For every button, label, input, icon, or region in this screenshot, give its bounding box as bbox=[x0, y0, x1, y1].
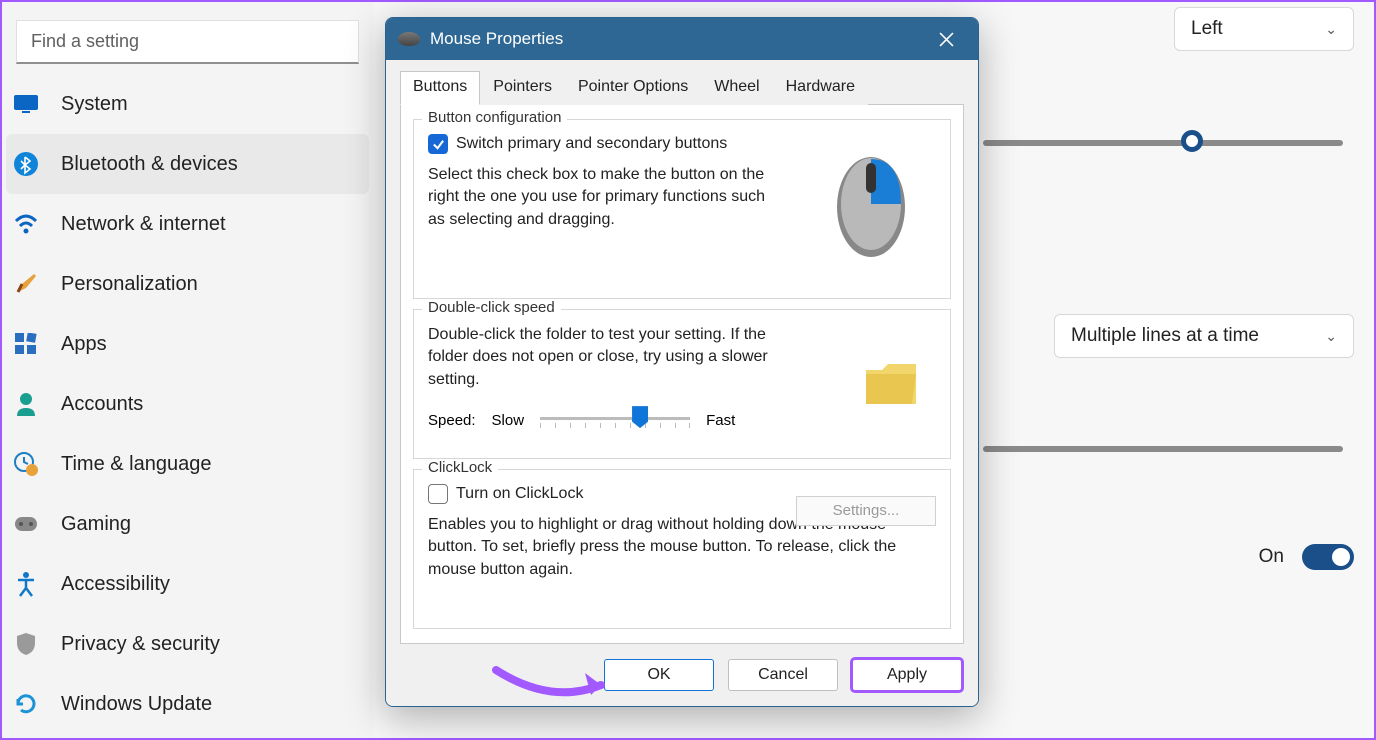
group-title: Button configuration bbox=[422, 109, 567, 126]
sidebar-item-personalization[interactable]: Personalization bbox=[2, 254, 373, 314]
settings-sidebar: Find a setting System Bluetooth & device… bbox=[2, 2, 373, 738]
bluetooth-icon bbox=[13, 151, 39, 177]
mouse-properties-dialog: Mouse Properties Buttons Pointers Pointe… bbox=[385, 17, 979, 707]
toggle-switch[interactable] bbox=[1302, 544, 1354, 570]
sidebar-item-label: Network & internet bbox=[61, 213, 226, 236]
nav-list: System Bluetooth & devices Network & int… bbox=[2, 74, 373, 734]
tab-pointers[interactable]: Pointers bbox=[480, 71, 565, 105]
close-button[interactable] bbox=[926, 19, 966, 59]
apply-button[interactable]: Apply bbox=[852, 659, 962, 691]
sidebar-item-accounts[interactable]: Accounts bbox=[2, 374, 373, 434]
group-title: Double-click speed bbox=[422, 299, 561, 316]
tab-pointer-options[interactable]: Pointer Options bbox=[565, 71, 701, 105]
primary-button-dropdown[interactable]: Left ⌄ bbox=[1174, 7, 1354, 51]
slow-label: Slow bbox=[492, 412, 525, 429]
checkbox-label: Switch primary and secondary buttons bbox=[456, 135, 727, 153]
tab-hardware[interactable]: Hardware bbox=[773, 71, 868, 105]
sidebar-item-apps[interactable]: Apps bbox=[2, 314, 373, 374]
sidebar-item-label: Accounts bbox=[61, 393, 143, 416]
dialog-titlebar[interactable]: Mouse Properties bbox=[386, 18, 978, 60]
checkbox-checked-icon bbox=[428, 134, 448, 154]
chevron-down-icon: ⌄ bbox=[1325, 328, 1337, 345]
clicklock-group: ClickLock Turn on ClickLock Settings... … bbox=[413, 469, 951, 629]
search-input[interactable]: Find a setting bbox=[16, 20, 359, 64]
cancel-button[interactable]: Cancel bbox=[728, 659, 838, 691]
folder-icon bbox=[862, 360, 920, 408]
sidebar-item-label: Time & language bbox=[61, 453, 211, 476]
double-click-description: Double-click the folder to test your set… bbox=[428, 324, 768, 391]
checkbox-label: Turn on ClickLock bbox=[456, 485, 583, 503]
dropdown-value: Multiple lines at a time bbox=[1071, 325, 1259, 347]
tab-wheel[interactable]: Wheel bbox=[701, 71, 772, 105]
sidebar-item-label: Apps bbox=[61, 333, 107, 356]
sidebar-item-label: Accessibility bbox=[61, 573, 170, 596]
person-icon bbox=[13, 391, 39, 417]
group-title: ClickLock bbox=[422, 459, 498, 476]
dialog-title: Mouse Properties bbox=[430, 29, 916, 49]
scroll-mode-dropdown[interactable]: Multiple lines at a time ⌄ bbox=[1054, 314, 1354, 358]
sidebar-item-accessibility[interactable]: Accessibility bbox=[2, 554, 373, 614]
clicklock-settings-button: Settings... bbox=[796, 496, 936, 526]
speed-label: Speed: bbox=[428, 412, 476, 429]
dropdown-value: Left bbox=[1191, 18, 1223, 40]
sidebar-item-time-language[interactable]: Time & language bbox=[2, 434, 373, 494]
double-click-speed-group: Double-click speed Double-click the fold… bbox=[413, 309, 951, 459]
paintbrush-icon bbox=[13, 271, 39, 297]
sidebar-item-gaming[interactable]: Gaming bbox=[2, 494, 373, 554]
sidebar-item-label: Windows Update bbox=[61, 693, 212, 716]
sidebar-item-label: Gaming bbox=[61, 513, 131, 536]
dialog-footer: OK Cancel Apply bbox=[386, 644, 978, 706]
close-icon bbox=[939, 32, 954, 47]
apps-icon bbox=[13, 331, 39, 357]
sidebar-item-bluetooth[interactable]: Bluetooth & devices bbox=[6, 134, 369, 194]
mouse-illustration bbox=[806, 134, 936, 274]
checkbox-unchecked-icon bbox=[428, 484, 448, 504]
chevron-down-icon: ⌄ bbox=[1325, 21, 1337, 38]
wifi-icon bbox=[13, 211, 39, 237]
gamepad-icon bbox=[13, 511, 39, 537]
ok-button[interactable]: OK bbox=[604, 659, 714, 691]
sidebar-item-privacy[interactable]: Privacy & security bbox=[2, 614, 373, 674]
clock-globe-icon bbox=[13, 451, 39, 477]
sidebar-item-label: Bluetooth & devices bbox=[61, 153, 238, 176]
sidebar-item-windows-update[interactable]: Windows Update bbox=[2, 674, 373, 734]
cursor-speed-slider-track bbox=[983, 140, 1343, 146]
sidebar-item-label: Personalization bbox=[61, 273, 198, 296]
sidebar-item-label: System bbox=[61, 93, 128, 116]
tab-pane-buttons: Button configuration Switch primary and … bbox=[400, 104, 964, 644]
scroll-inactive-toggle-row: On bbox=[1259, 544, 1354, 570]
fast-label: Fast bbox=[706, 412, 735, 429]
double-click-speed-slider[interactable] bbox=[540, 407, 690, 433]
update-icon bbox=[13, 691, 39, 717]
cursor-speed-slider-thumb[interactable] bbox=[1181, 130, 1203, 152]
shield-icon bbox=[13, 631, 39, 657]
sidebar-item-label: Privacy & security bbox=[61, 633, 220, 656]
dialog-tabs: Buttons Pointers Pointer Options Wheel H… bbox=[400, 70, 964, 104]
sidebar-item-system[interactable]: System bbox=[2, 74, 373, 134]
accessibility-icon bbox=[13, 571, 39, 597]
toggle-label: On bbox=[1259, 546, 1284, 568]
button-configuration-group: Button configuration Switch primary and … bbox=[413, 119, 951, 299]
tab-buttons[interactable]: Buttons bbox=[400, 71, 480, 105]
test-folder[interactable] bbox=[846, 324, 936, 444]
mouse-icon bbox=[398, 32, 420, 46]
monitor-icon bbox=[13, 91, 39, 117]
button-config-description: Select this check box to make the button… bbox=[428, 164, 768, 231]
lines-slider-track bbox=[983, 446, 1343, 452]
switch-primary-secondary-checkbox[interactable]: Switch primary and secondary buttons bbox=[428, 134, 806, 154]
sidebar-item-network[interactable]: Network & internet bbox=[2, 194, 373, 254]
